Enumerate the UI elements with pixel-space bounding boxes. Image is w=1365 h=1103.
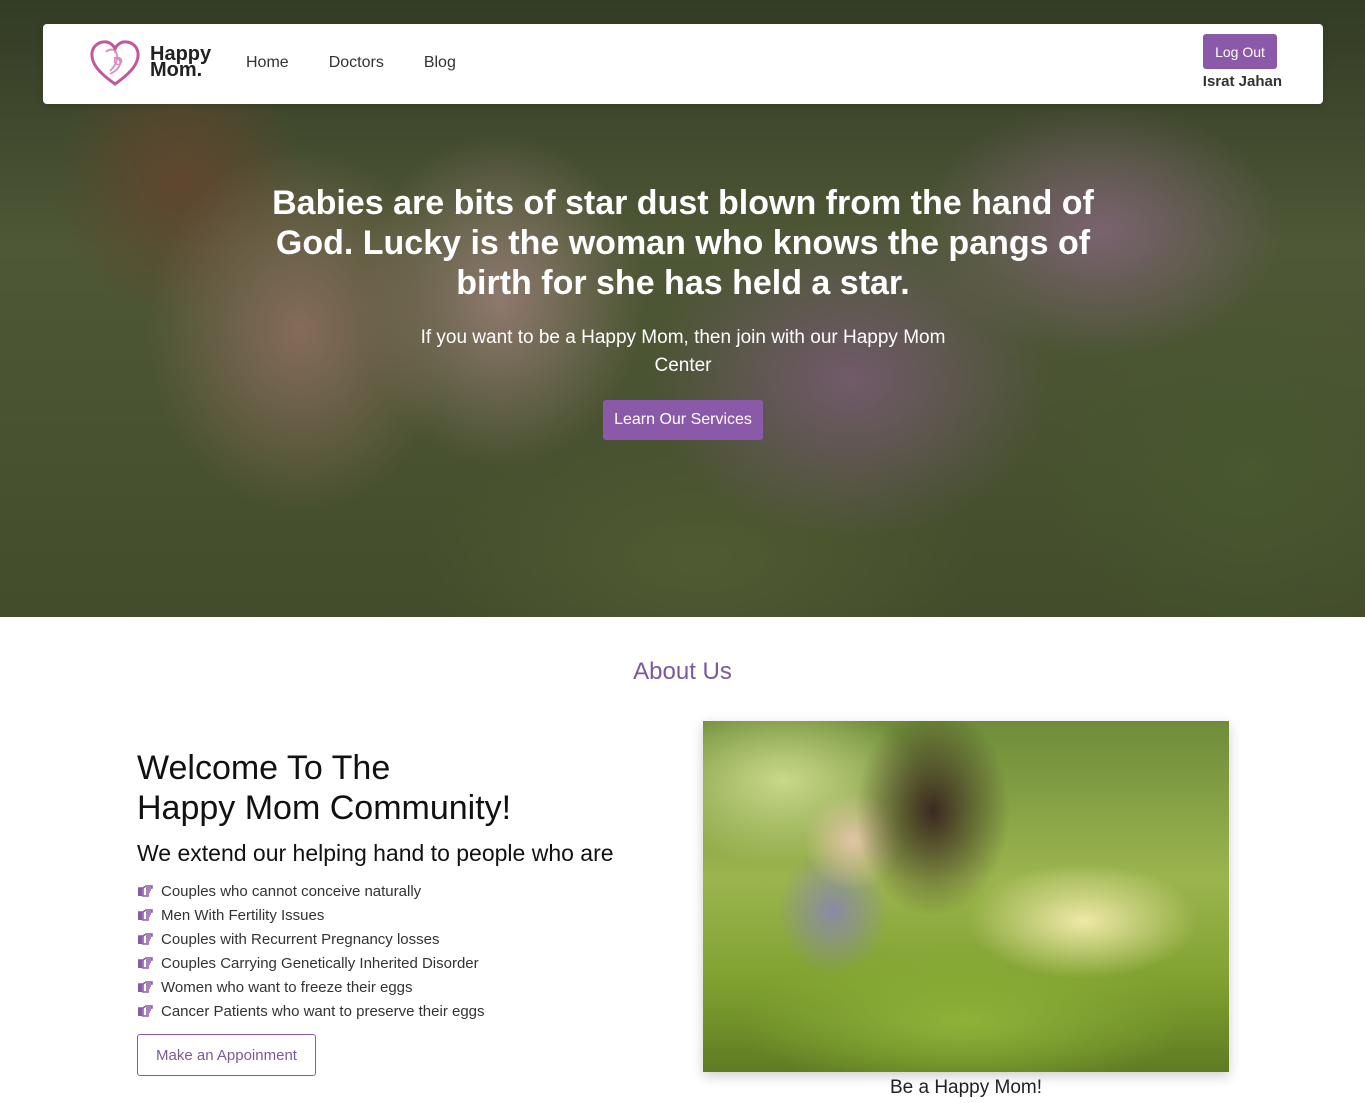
list-item-label: Men With Fertility Issues [161, 906, 325, 924]
hand-pointing-right-icon [138, 981, 153, 993]
navbar: Happy Mom. Home Doctors Blog Log Out Isr… [43, 24, 1323, 104]
nav-item-doctors[interactable]: Doctors [329, 54, 384, 72]
list-item-label: Couples who cannot conceive naturally [161, 882, 422, 900]
hand-pointing-right-icon [138, 909, 153, 921]
welcome-heading: Welcome To The Happy Mom Community! [137, 748, 511, 828]
make-appointment-button[interactable]: Make an Appoinment [137, 1034, 316, 1076]
list-item: Couples who cannot conceive naturally [137, 879, 485, 903]
hand-pointing-right-icon [138, 885, 153, 897]
list-item-label: Couples Carrying Genetically Inherited D… [161, 954, 479, 972]
logout-button[interactable]: Log Out [1203, 34, 1277, 69]
extend-subheading: We extend our helping hand to people who… [137, 840, 614, 866]
hand-pointing-right-icon [138, 1005, 153, 1017]
list-item-label: Couples with Recurrent Pregnancy losses [161, 930, 440, 948]
list-item-label: Cancer Patients who want to preserve the… [161, 1002, 485, 1020]
hand-pointing-right-icon [138, 957, 153, 969]
nav-item-blog[interactable]: Blog [424, 54, 456, 72]
brand-line-2: Mom. [150, 59, 203, 81]
hero-subtitle: If you want to be a Happy Mom, then join… [420, 327, 946, 376]
hand-pointing-right-icon [138, 933, 153, 945]
about-section-title: About Us [633, 658, 732, 685]
welcome-line-1: Welcome To The [137, 749, 391, 787]
list-item: Women who want to freeze their eggs [137, 975, 485, 999]
user-name: Israt Jahan [1202, 73, 1282, 90]
list-item: Cancer Patients who want to preserve the… [137, 999, 485, 1023]
list-item: Couples with Recurrent Pregnancy losses [137, 927, 485, 951]
brand-logo[interactable]: Happy Mom. [88, 38, 218, 90]
list-item-label: Women who want to freeze their eggs [161, 978, 413, 996]
welcome-line-2: Happy Mom Community! [137, 789, 512, 827]
nav-item-home[interactable]: Home [246, 54, 289, 72]
photo-caption: Be a Happy Mom! [889, 1077, 1043, 1098]
heart-mother-baby-logo-icon [90, 40, 140, 86]
list-item: Couples Carrying Genetically Inherited D… [137, 951, 485, 975]
services-list: Couples who cannot conceive naturally Me… [137, 879, 485, 1023]
mother-baby-photo [703, 721, 1229, 1072]
hero-quote: Babies are bits of star dust blown from … [272, 184, 1094, 302]
learn-services-button[interactable]: Learn Our Services [603, 400, 763, 440]
hero-section: Happy Mom. Home Doctors Blog Log Out Isr… [0, 0, 1365, 617]
nav-links: Home Doctors Blog [246, 54, 456, 72]
list-item: Men With Fertility Issues [137, 903, 485, 927]
brand-name: Happy Mom. [150, 44, 211, 81]
